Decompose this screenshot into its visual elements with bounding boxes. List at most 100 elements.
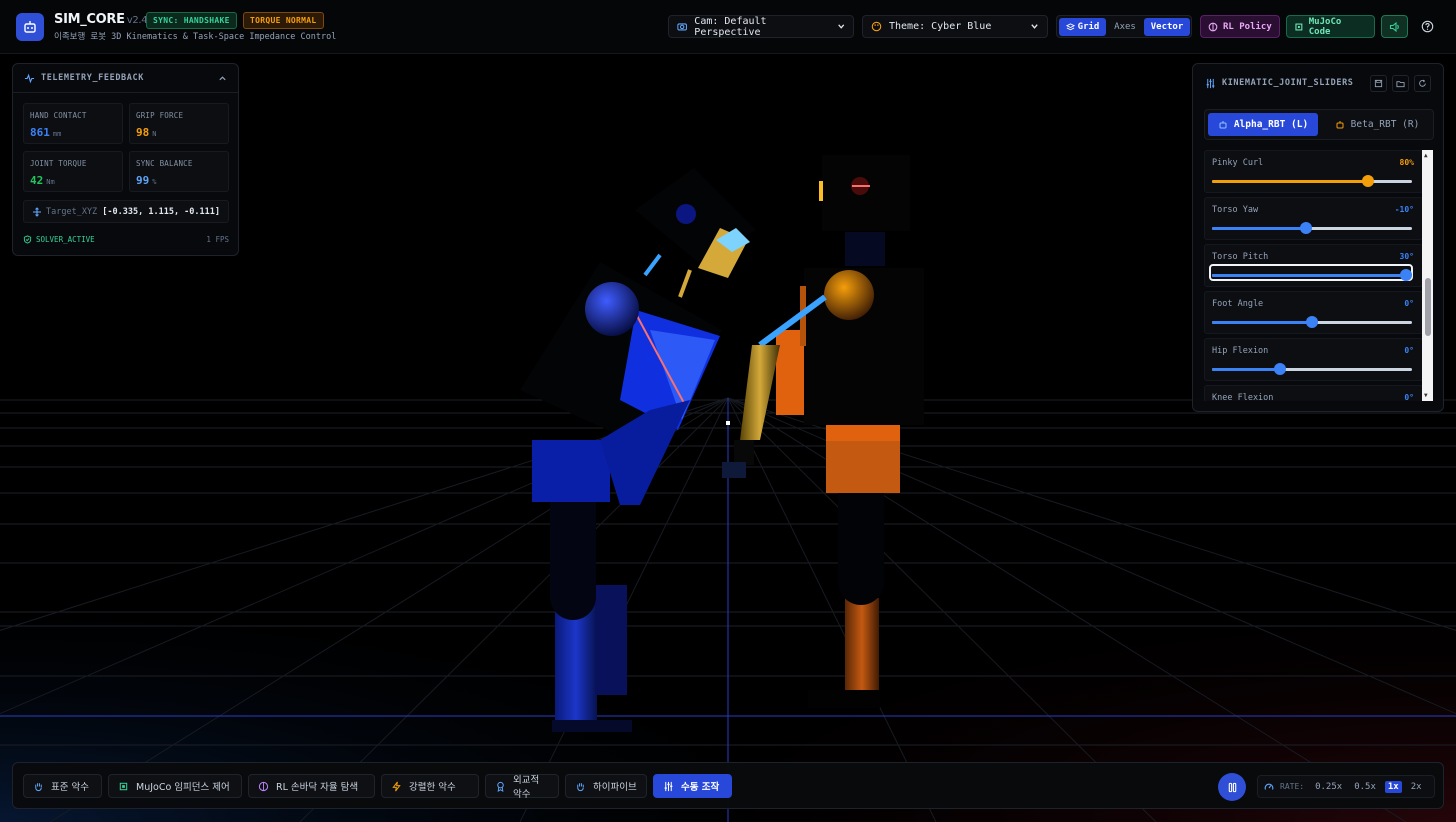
metric-sync-balance: SYNC BALANCE 99% — [129, 151, 229, 192]
audio-toggle-button[interactable] — [1381, 15, 1408, 38]
theme-select[interactable]: Theme: Cyber Blue — [862, 15, 1048, 38]
app-title-text: SIM_CORE — [54, 12, 125, 27]
joint-slider-value: 30° — [1399, 252, 1414, 261]
scrollbar-thumb[interactable] — [1425, 278, 1431, 336]
metric-value: 42 — [30, 174, 44, 187]
scenario-button[interactable]: 표준 악수 — [23, 774, 102, 798]
metric-value-wrap: 42 Nm — [30, 174, 55, 187]
reset-icon[interactable] — [1414, 74, 1431, 92]
joint-slider-label: Hip Flexion — [1212, 346, 1269, 356]
mujoco-code-label: MuJoCo Code — [1308, 16, 1342, 37]
chevron-down-icon — [1031, 24, 1038, 29]
hand-icon — [575, 781, 586, 792]
gauge-icon — [1264, 783, 1274, 790]
rate-option-0-5x[interactable]: 0.5x — [1351, 781, 1379, 793]
chevron-down-icon — [837, 24, 844, 29]
scenario-button[interactable]: RL 손바닥 자율 탐색 — [248, 774, 375, 798]
joint-slider-track[interactable] — [1212, 363, 1412, 375]
joint-slider-track[interactable] — [1212, 269, 1412, 281]
chip-icon — [118, 781, 129, 792]
metric-value-wrap: 98 N — [136, 126, 156, 139]
scenario-label: 하이파이브 — [593, 782, 637, 793]
solver-status: SOLVER_ACTIVE 1 FPS — [23, 235, 229, 244]
joint-slider: Foot Angle 0° — [1204, 291, 1423, 334]
tab-beta-robot[interactable]: Beta_RBT (R) — [1323, 113, 1431, 136]
joint-slider-handle[interactable] — [1400, 269, 1412, 281]
shield-check-icon — [23, 235, 32, 244]
target-xyz-value: [-0.335, 1.115, -0.111] — [102, 206, 220, 217]
joint-slider-handle[interactable] — [1362, 175, 1374, 187]
brain-icon — [1208, 22, 1218, 31]
tab-alpha-robot[interactable]: Alpha_RBT (L) — [1208, 113, 1318, 136]
joint-slider-track[interactable] — [1212, 175, 1412, 187]
joint-slider-value: 0° — [1404, 393, 1414, 401]
view-toggle-group: Grid Axes Vector — [1056, 15, 1192, 38]
scenario-button[interactable]: 강렬한 악수 — [381, 774, 479, 798]
metric-unit: N — [152, 130, 157, 138]
pause-icon — [1228, 782, 1236, 792]
vector-toggle[interactable]: Vector — [1144, 18, 1190, 36]
sync-status-badge: SYNC: HANDSHAKE — [146, 12, 237, 29]
rate-option-0-25x[interactable]: 0.25x — [1312, 781, 1345, 793]
folder-open-icon[interactable] — [1392, 74, 1409, 92]
joint-slider-label: Knee Flexion — [1212, 393, 1274, 401]
axes-toggle[interactable]: Axes — [1109, 18, 1141, 36]
scenario-label: RL 손바닥 자율 탐색 — [276, 782, 359, 793]
robot-tabs: Alpha_RBT (L) Beta_RBT (R) — [1204, 109, 1434, 140]
award-icon — [495, 781, 506, 792]
grid-toggle[interactable]: Grid — [1059, 18, 1106, 36]
joint-slider-label: Pinky Curl — [1212, 158, 1264, 168]
joint-slider-fill — [1212, 227, 1306, 230]
joint-sliders-panel: KINEMATIC_JOINT_SLIDERS Alpha_RBT (L) Be… — [1192, 63, 1444, 412]
joint-slider-track[interactable] — [1212, 316, 1412, 328]
slider-list-scrollbar[interactable]: ▲ ▼ — [1422, 150, 1433, 401]
activity-icon — [24, 73, 35, 83]
target-xyz-label: Target_XYZ — [46, 206, 98, 217]
fps-readout: 1 FPS — [206, 235, 229, 244]
save-icon[interactable] — [1370, 74, 1387, 92]
joint-slider-label: Foot Angle — [1212, 299, 1264, 309]
joint-slider-handle[interactable] — [1306, 316, 1318, 328]
pause-button[interactable] — [1218, 773, 1246, 801]
robot-icon — [1336, 120, 1344, 128]
scenario-button[interactable]: 외교적 악수 — [485, 774, 559, 800]
mujoco-code-button[interactable]: MuJoCo Code — [1286, 15, 1375, 38]
robot-icon — [1219, 120, 1227, 128]
joint-slider-handle[interactable] — [1300, 222, 1312, 234]
scenario-button[interactable]: MuJoCo 임피던스 제어 — [108, 774, 242, 798]
scenario-label: 수동 조작 — [681, 782, 720, 793]
joint-slider-list[interactable]: Pinky Curl 80% Torso Yaw -10° Torso Pitch 30°… — [1204, 150, 1423, 401]
chip-icon — [1295, 23, 1303, 30]
scenario-label: 외교적 악수 — [513, 775, 540, 800]
joint-slider-track[interactable] — [1212, 222, 1412, 234]
metric-label: GRIP FORCE — [136, 111, 184, 120]
sliders-icon — [663, 781, 674, 792]
chevron-up-icon[interactable] — [218, 74, 227, 83]
metric-hand-contact: HAND CONTACT 861 mm — [23, 103, 123, 144]
camera-select[interactable]: Cam: Default Perspective — [668, 15, 854, 38]
rl-policy-button[interactable]: RL Policy — [1200, 15, 1280, 38]
metric-label: JOINT TORQUE — [30, 159, 87, 168]
metric-label: HAND CONTACT — [30, 111, 87, 120]
scenario-button[interactable]: 수동 조작 — [653, 774, 732, 798]
metric-label: SYNC BALANCE — [136, 159, 193, 168]
joint-slider-fill — [1212, 368, 1280, 371]
joint-slider: Hip Flexion 0° — [1204, 338, 1423, 381]
metric-unit: mm — [52, 130, 62, 138]
rate-option-1x[interactable]: 1x — [1384, 780, 1402, 793]
joint-slider-handle[interactable] — [1274, 363, 1286, 375]
scroll-down-icon[interactable]: ▼ — [1424, 392, 1428, 399]
help-icon[interactable] — [1418, 17, 1436, 35]
scroll-up-icon[interactable]: ▲ — [1424, 152, 1428, 159]
joint-slider: Knee Flexion 0° — [1204, 385, 1423, 401]
robot-logo-icon — [16, 13, 44, 41]
layers-icon — [1065, 22, 1075, 30]
scenario-label: 강렬한 악수 — [409, 782, 456, 793]
scenario-button[interactable]: 하이파이브 — [565, 774, 647, 798]
rate-option-2x[interactable]: 2x — [1408, 781, 1425, 793]
scenario-bar: 표준 악수 MuJoCo 임피던스 제어 RL 손바닥 자율 탐색 강렬한 악수 외교적… — [12, 762, 1444, 809]
grid-toggle-label: Grid — [1077, 22, 1100, 32]
joint-slider-value: 0° — [1404, 299, 1414, 308]
telemetry-header[interactable]: TELEMETRY_FEEDBACK — [13, 64, 238, 93]
top-header: SIM_CORE v2.4.0 이족보행 로봇 3D Kinematics & T… — [0, 0, 1456, 54]
